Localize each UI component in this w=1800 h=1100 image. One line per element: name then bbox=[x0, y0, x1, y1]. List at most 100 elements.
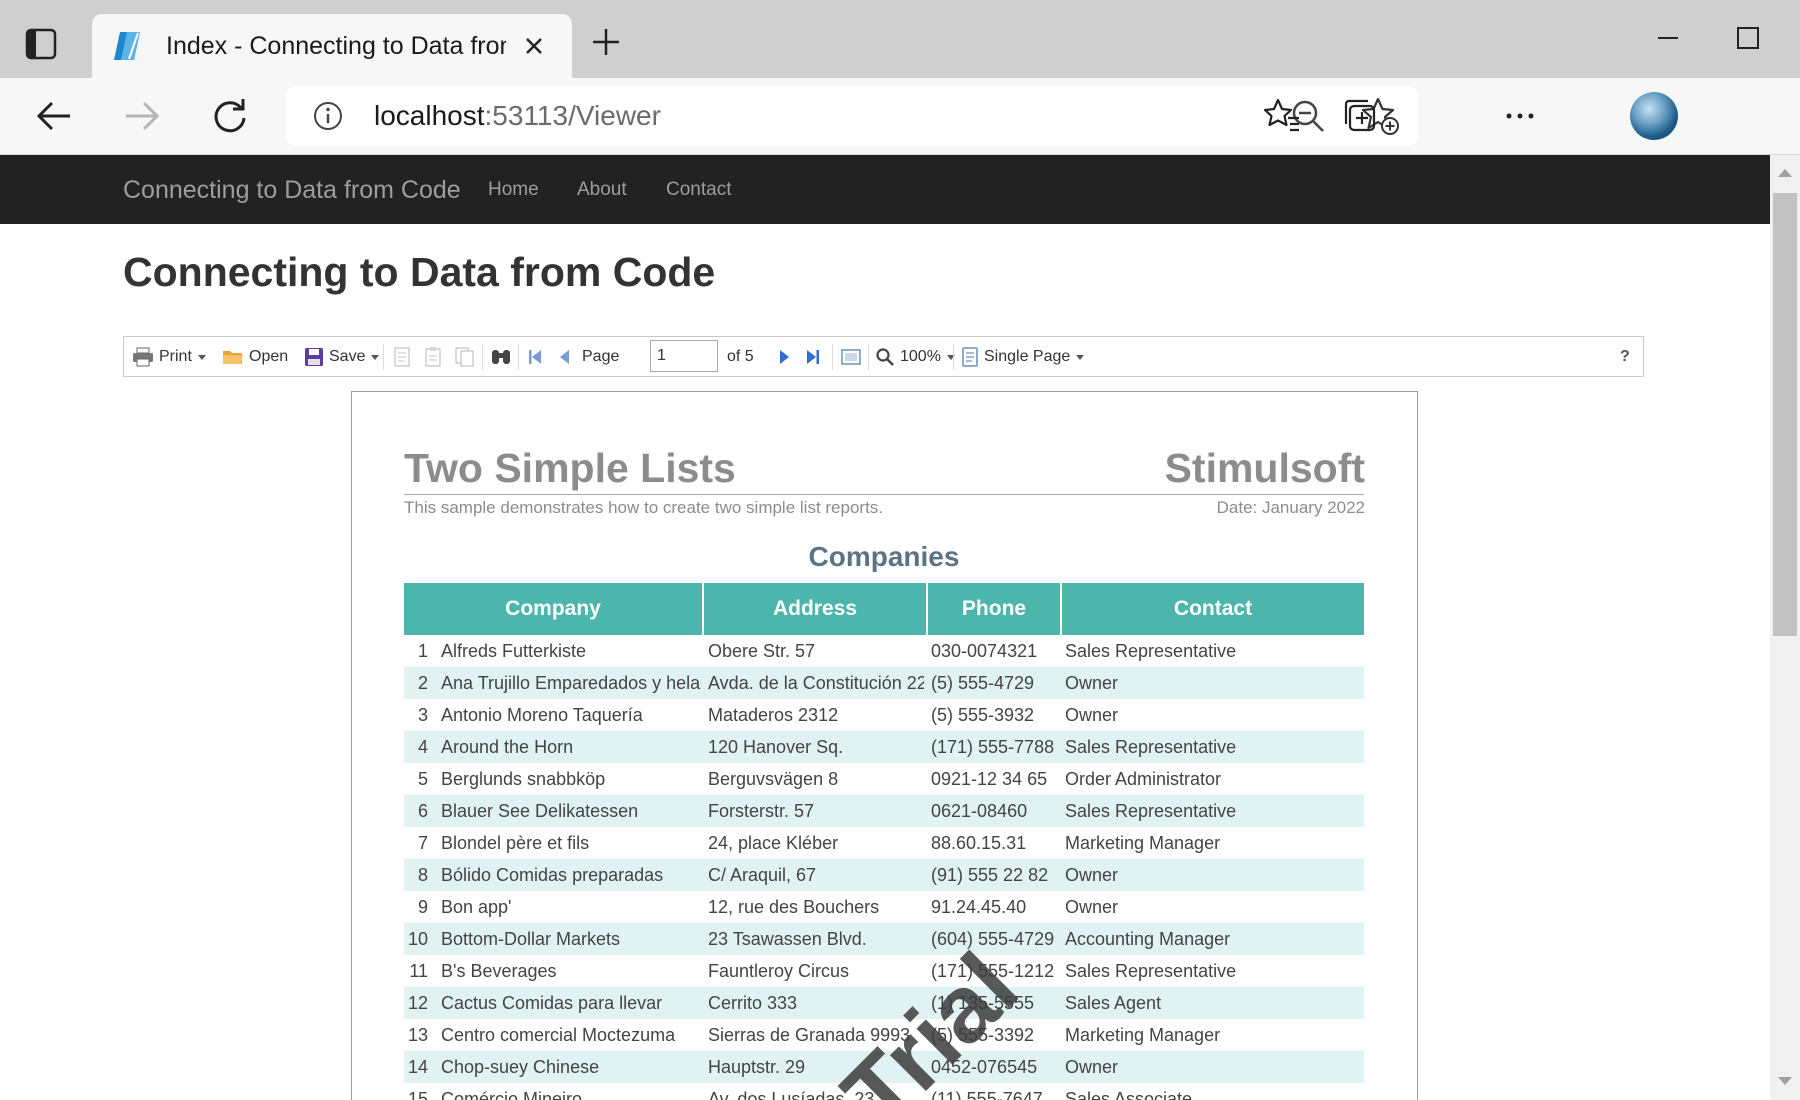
parameters-button[interactable] bbox=[423, 345, 443, 369]
row-number: 3 bbox=[417, 705, 428, 725]
row-number: 9 bbox=[417, 897, 428, 917]
cell-address: Avda. de la Constitución 2222 bbox=[708, 673, 924, 693]
last-page-button[interactable] bbox=[804, 345, 822, 369]
page-label: Page bbox=[582, 348, 620, 365]
maximize-icon[interactable] bbox=[1732, 22, 1764, 54]
site-navbar: Connecting to Data from Code Home About … bbox=[0, 155, 1770, 224]
chevron-right-icon bbox=[780, 350, 789, 364]
table-row: 5 Berglunds snabbköp Berguvsvägen 8 0921-12… bbox=[404, 763, 1364, 795]
collections-icon[interactable] bbox=[1340, 96, 1380, 136]
cell-contact: Order Administrator bbox=[1065, 769, 1222, 789]
row-number: 1 bbox=[417, 641, 428, 661]
row-number: 5 bbox=[417, 769, 428, 789]
prev-page-button[interactable] bbox=[556, 345, 574, 369]
column-header-phone: Phone bbox=[928, 583, 1062, 635]
table-row: 10 Bottom-Dollar Markets 23 Tsawassen Blvd… bbox=[404, 923, 1364, 955]
save-button[interactable]: Save bbox=[304, 345, 380, 369]
back-icon[interactable] bbox=[34, 96, 74, 136]
cell-company: Centro comercial Moctezuma bbox=[441, 1025, 676, 1045]
avatar[interactable] bbox=[1630, 92, 1678, 140]
bookmarks-icon bbox=[394, 347, 410, 367]
url-text[interactable]: localhost:53113/Viewer bbox=[374, 98, 661, 134]
table-row: 6 Blauer See Delikatessen Forsterstr. 57 06… bbox=[404, 795, 1364, 827]
resources-button[interactable] bbox=[454, 345, 476, 369]
row-number: 4 bbox=[417, 737, 428, 757]
full-screen-icon bbox=[841, 349, 861, 365]
cell-company: Blondel père et fils bbox=[441, 833, 590, 853]
binoculars-icon bbox=[492, 350, 510, 364]
scrollbar-thumb[interactable] bbox=[1773, 193, 1797, 636]
cell-phone: (5) 555-3932 bbox=[931, 705, 1035, 725]
cell-company: B's Beverages bbox=[441, 961, 557, 981]
report-viewer-toolbar: Print Open Save Page 1 of 5 100% Single … bbox=[123, 336, 1644, 377]
first-page-button[interactable] bbox=[526, 345, 544, 369]
table-row: 2 Ana Trujillo Emparedados y helados Avda.… bbox=[404, 667, 1364, 699]
cell-company: Cactus Comidas para llevar bbox=[441, 993, 663, 1013]
cell-phone: (171) 555-7788 bbox=[931, 737, 1055, 757]
chevron-down-icon bbox=[197, 354, 206, 360]
print-button[interactable]: Print bbox=[132, 345, 206, 369]
plus-icon[interactable] bbox=[590, 26, 622, 58]
url-path: :53113/Viewer bbox=[484, 100, 661, 131]
report-subtitle: This sample demonstrates how to create t… bbox=[404, 498, 884, 517]
cell-address: Obere Str. 57 bbox=[708, 641, 816, 661]
favorites-icon[interactable] bbox=[1262, 96, 1302, 136]
minimize-icon[interactable] bbox=[1652, 22, 1684, 54]
cell-address: 24, place Kléber bbox=[708, 833, 839, 853]
save-label: Save bbox=[329, 348, 366, 365]
row-number: 10 bbox=[407, 929, 428, 949]
row-number: 13 bbox=[407, 1025, 428, 1045]
report-brand: Stimulsoft bbox=[1164, 445, 1365, 491]
next-page-button[interactable] bbox=[775, 345, 793, 369]
cell-company: Around the Horn bbox=[441, 737, 574, 757]
cell-address: C/ Araquil, 67 bbox=[708, 865, 817, 885]
open-label: Open bbox=[249, 348, 289, 365]
cell-company: Alfreds Futterkiste bbox=[441, 641, 587, 661]
vertical-scrollbar[interactable] bbox=[1770, 155, 1800, 1100]
favicon bbox=[114, 30, 146, 62]
view-mode-button[interactable]: Single Page bbox=[961, 345, 1085, 369]
url-bar[interactable]: localhost:53113/Viewer bbox=[286, 86, 1418, 146]
tab-actions-icon[interactable] bbox=[24, 27, 66, 63]
table-row: 4 Around the Horn 120 Hanover Sq. (171) 555… bbox=[404, 731, 1364, 763]
cell-phone: (91) 555 22 82 bbox=[931, 865, 1049, 885]
first-page-icon bbox=[529, 350, 541, 364]
page-number-input[interactable] bbox=[650, 340, 718, 372]
refresh-icon[interactable] bbox=[210, 96, 250, 136]
help-button[interactable]: ? bbox=[1620, 345, 1630, 369]
cell-address: 120 Hanover Sq. bbox=[708, 737, 844, 757]
column-header-contact: Contact bbox=[1173, 597, 1253, 620]
single-page-icon bbox=[962, 347, 978, 367]
cell-address: 23 Tsawassen Blvd. bbox=[708, 929, 867, 949]
printer-icon bbox=[133, 347, 153, 367]
open-button[interactable]: Open bbox=[222, 345, 288, 369]
find-button[interactable] bbox=[490, 345, 512, 369]
info-icon[interactable] bbox=[312, 100, 344, 132]
cell-company: Chop-suey Chinese bbox=[441, 1057, 600, 1077]
cell-contact: Sales Representative bbox=[1065, 641, 1237, 661]
cell-contact: Sales Associate bbox=[1065, 1089, 1193, 1100]
close-icon[interactable] bbox=[522, 34, 546, 58]
site-brand-link[interactable]: Connecting to Data from Code bbox=[123, 175, 461, 205]
cell-contact: Sales Agent bbox=[1065, 993, 1162, 1013]
cell-phone: 91.24.45.40 bbox=[931, 897, 1027, 917]
row-number: 7 bbox=[417, 833, 428, 853]
cell-address: Mataderos 2312 bbox=[708, 705, 839, 725]
scroll-up-arrow-icon[interactable] bbox=[1778, 169, 1792, 177]
table-row: 8 Bólido Comidas preparadas C/ Araquil, 67… bbox=[404, 859, 1364, 891]
nav-link-about[interactable]: About bbox=[577, 178, 627, 202]
nav-link-home[interactable]: Home bbox=[488, 178, 539, 202]
bookmarks-button[interactable] bbox=[392, 345, 412, 369]
full-screen-button[interactable] bbox=[840, 345, 862, 369]
browser-tab-active[interactable]: Index - Connecting to Data from Code bbox=[92, 14, 572, 78]
zoom-button[interactable]: 100% bbox=[875, 345, 955, 369]
scroll-down-arrow-icon[interactable] bbox=[1778, 1077, 1792, 1085]
more-icon[interactable] bbox=[1500, 96, 1540, 136]
cell-contact: Sales Representative bbox=[1065, 961, 1237, 981]
nav-link-contact[interactable]: Contact bbox=[666, 178, 731, 202]
column-header-company: Company bbox=[404, 583, 704, 635]
forward-icon[interactable] bbox=[122, 96, 162, 136]
toolbar-separator bbox=[832, 344, 833, 370]
cell-phone: (5) 555-4729 bbox=[931, 673, 1035, 693]
table-header: Company Address Phone Contact bbox=[404, 583, 1364, 635]
